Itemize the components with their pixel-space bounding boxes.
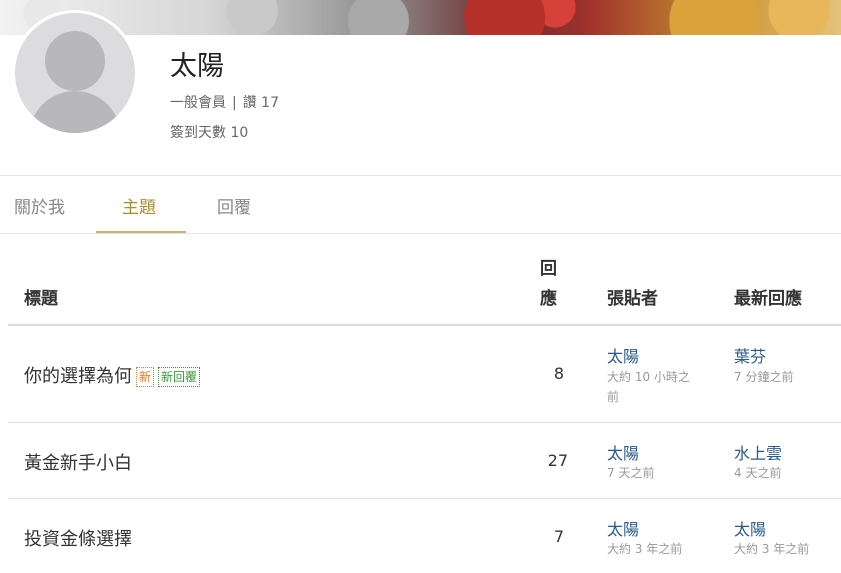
new-reply-badge: 新回覆 — [158, 367, 201, 387]
meta-separator: | — [232, 95, 237, 111]
tab-replies[interactable]: 回覆 — [217, 193, 251, 218]
poster-time-continued: 前 — [607, 390, 620, 404]
topic-title[interactable]: 黃金新手小白 — [24, 453, 132, 474]
member-rank: 一般會員 — [170, 95, 226, 111]
latest-reply-time: 7 分鐘之前 — [734, 370, 794, 384]
profile-cover-image — [0, 0, 841, 35]
row-divider — [8, 498, 841, 499]
table-row-title[interactable]: 你的選擇為何新新回覆 — [24, 362, 201, 388]
latest-reply-user-link[interactable]: 太陽 — [734, 516, 766, 540]
latest-reply-user-link[interactable]: 水上雲 — [734, 440, 782, 464]
reply-count: 8 — [553, 364, 564, 383]
profile-name: 太陽 — [170, 51, 224, 82]
poster-time: 大約 10 小時之 — [607, 370, 690, 384]
new-badge: 新 — [136, 367, 155, 387]
reply-count: 27 — [547, 451, 568, 470]
table-header-divider — [8, 324, 841, 326]
tab-topics[interactable]: 主題 — [122, 193, 156, 218]
profile-meta: 一般會員 | 讚 17 — [170, 92, 279, 112]
likes-count: 讚 17 — [242, 95, 279, 111]
latest-reply-time: 4 天之前 — [734, 466, 782, 480]
divider — [0, 233, 841, 234]
divider — [0, 175, 841, 176]
checkin-days: 簽到天數 10 — [170, 125, 249, 141]
latest-reply-time: 大約 3 年之前 — [734, 542, 810, 556]
column-header-replies-line1[interactable]: 回 — [540, 254, 557, 279]
default-user-icon — [15, 13, 135, 133]
table-row-title[interactable]: 投資金條選擇 — [24, 525, 132, 551]
topic-title[interactable]: 你的選擇為何 — [24, 366, 132, 387]
poster-link[interactable]: 太陽 — [607, 343, 639, 367]
column-header-latest[interactable]: 最新回應 — [734, 284, 802, 309]
tab-about[interactable]: 關於我 — [14, 193, 65, 218]
avatar[interactable] — [12, 10, 138, 136]
reply-count: 7 — [553, 527, 564, 546]
column-header-poster[interactable]: 張貼者 — [607, 284, 658, 309]
row-divider — [8, 422, 841, 423]
latest-reply-user-link[interactable]: 葉芬 — [734, 343, 766, 367]
poster-time: 大約 3 年之前 — [607, 542, 683, 556]
poster-time: 7 天之前 — [607, 466, 655, 480]
table-row-title[interactable]: 黃金新手小白 — [24, 449, 132, 475]
poster-link[interactable]: 太陽 — [607, 440, 639, 464]
column-header-title[interactable]: 標題 — [24, 284, 58, 309]
topic-title[interactable]: 投資金條選擇 — [24, 529, 132, 550]
poster-link[interactable]: 太陽 — [607, 516, 639, 540]
column-header-replies-line2[interactable]: 應 — [540, 284, 557, 309]
